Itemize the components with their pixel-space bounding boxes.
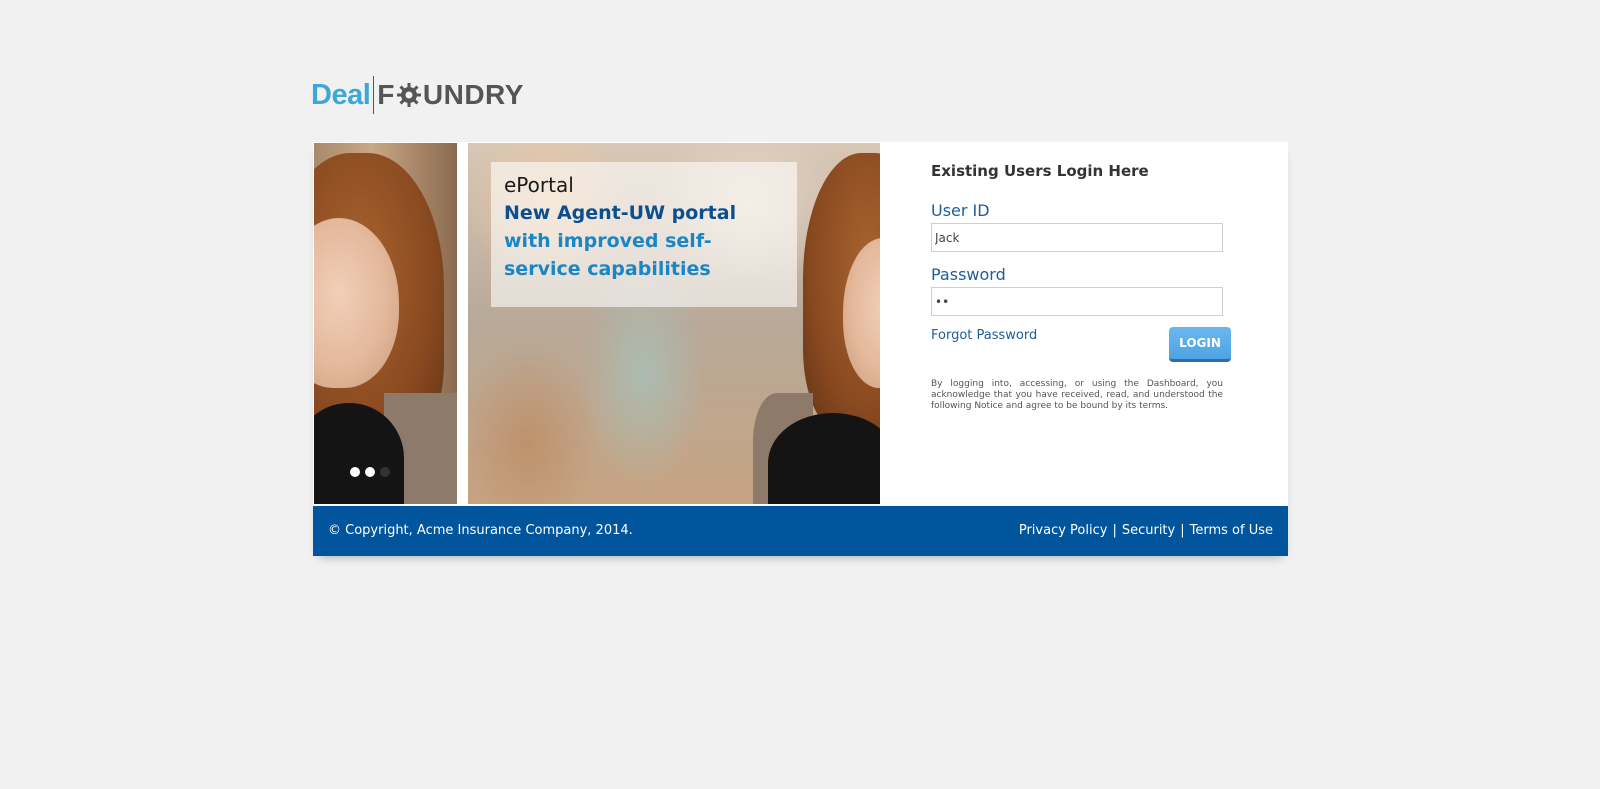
carousel-dot-3[interactable] — [380, 467, 390, 477]
footer-separator: | — [1112, 523, 1117, 538]
privacy-policy-link[interactable]: Privacy Policy — [1019, 523, 1108, 538]
login-form: Existing Users Login Here User ID Passwo… — [931, 162, 1231, 412]
carousel-dots — [350, 467, 390, 477]
password-input[interactable] — [931, 287, 1223, 316]
login-heading: Existing Users Login Here — [931, 162, 1149, 180]
logo-divider — [373, 76, 375, 114]
legal-notice: By logging into, accessing, or using the… — [931, 379, 1223, 411]
promo-carousel: ePortal New Agent-UW portal with improve… — [313, 142, 880, 504]
login-card: ePortal New Agent-UW portal with improve… — [313, 142, 1288, 556]
footer-links: Privacy Policy | Security | Terms of Use — [1019, 523, 1273, 538]
carousel-dot-1[interactable] — [350, 467, 360, 477]
login-button[interactable]: LOGIN — [1169, 327, 1231, 362]
forgot-password-link[interactable]: Forgot Password — [931, 328, 1037, 343]
promo-line2: with improved self-service capabilities — [504, 230, 712, 280]
dealfoundry-logo: Deal F UNDRY — [311, 74, 524, 116]
promo-title: ePortal — [504, 173, 574, 197]
password-label: Password — [931, 265, 1006, 284]
logo-deal-text: Deal — [311, 78, 371, 111]
login-actions: Forgot Password LOGIN — [931, 327, 1231, 367]
logo-foundry-text: F UNDRY — [377, 79, 524, 111]
copyright-text: © Copyright, Acme Insurance Company, 201… — [328, 523, 633, 538]
terms-of-use-link[interactable]: Terms of Use — [1190, 523, 1273, 538]
carousel-current-slide-image: ePortal New Agent-UW portal with improve… — [468, 143, 880, 504]
logo-foundry-prefix: F — [377, 79, 395, 110]
promo-line1: New Agent-UW portal — [504, 202, 737, 224]
user-id-label: User ID — [931, 201, 990, 220]
carousel-prev-slide-image — [314, 143, 457, 504]
user-id-input[interactable] — [931, 223, 1223, 252]
promo-overlay: ePortal New Agent-UW portal with improve… — [491, 162, 797, 307]
login-page: Deal F UNDRY ePortal New Agent-UW portal… — [0, 0, 1600, 789]
gear-icon — [396, 83, 421, 107]
footer-separator: | — [1180, 523, 1185, 538]
logo-foundry-suffix: UNDRY — [422, 79, 524, 110]
security-link[interactable]: Security — [1122, 523, 1175, 538]
carousel-dot-2[interactable] — [365, 467, 375, 477]
footer: © Copyright, Acme Insurance Company, 201… — [313, 506, 1288, 556]
